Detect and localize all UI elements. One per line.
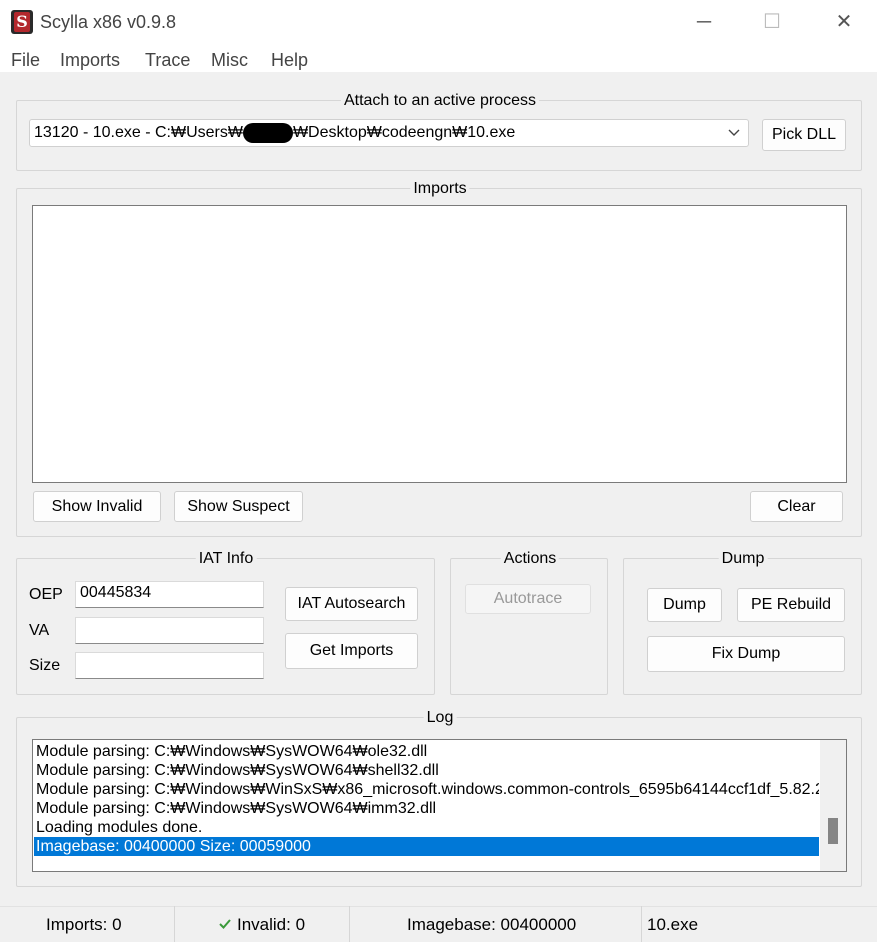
actions-group-title: Actions: [500, 550, 560, 568]
oep-field[interactable]: 00445834: [75, 581, 264, 608]
size-label: Size: [29, 657, 61, 674]
get-imports-button[interactable]: Get Imports: [285, 633, 418, 669]
menu-misc[interactable]: Misc: [211, 50, 248, 71]
status-divider: [174, 906, 175, 942]
menu-file[interactable]: File: [11, 50, 40, 71]
size-field[interactable]: [75, 652, 264, 679]
window-title: Scylla x86 v0.9.8: [40, 12, 177, 32]
imports-group-title: Imports: [410, 180, 470, 198]
show-invalid-button[interactable]: Show Invalid: [33, 491, 161, 522]
status-divider: [349, 906, 350, 942]
log-line: Loading modules done.: [36, 819, 203, 836]
process-select[interactable]: 13120 - 10.exe - C:₩Users₩ ₩Desktop₩codee…: [29, 119, 749, 147]
status-invalid: Invalid: 0: [237, 915, 306, 934]
show-suspect-button[interactable]: Show Suspect: [174, 491, 303, 522]
attach-group-title: Attach to an active process: [340, 92, 540, 110]
status-imagebase: Imagebase: 00400000: [407, 915, 577, 934]
dump-group-title: Dump: [718, 550, 768, 568]
check-icon: [218, 917, 232, 931]
pe-rebuild-button[interactable]: PE Rebuild: [737, 588, 845, 622]
status-module: 10.exe: [647, 915, 699, 934]
oep-label: OEP: [29, 586, 63, 603]
menu-imports[interactable]: Imports: [60, 50, 120, 71]
close-button[interactable]: ✕: [824, 8, 864, 36]
log-line-selected: Imagebase: 00400000 Size: 00059000: [34, 837, 819, 856]
fix-dump-button[interactable]: Fix Dump: [647, 636, 845, 672]
log-list[interactable]: Module parsing: C:₩Windows₩SysWOW64₩ole3…: [32, 739, 847, 872]
actions-group: [450, 558, 608, 695]
dump-button[interactable]: Dump: [647, 588, 722, 622]
iat-autosearch-button[interactable]: IAT Autosearch: [285, 587, 418, 621]
iat-info-group-title: IAT Info: [195, 550, 257, 568]
menu-bar: [0, 44, 877, 72]
process-path-suffix: ₩Desktop₩codeengn₩10.exe: [292, 124, 516, 142]
dump-group: [623, 558, 862, 695]
imports-tree[interactable]: [32, 205, 847, 483]
menu-trace[interactable]: Trace: [145, 50, 190, 71]
redacted-username: [242, 123, 293, 143]
maximize-button[interactable]: ☐: [752, 8, 792, 36]
minimize-button[interactable]: ─: [684, 8, 724, 36]
chevron-down-icon[interactable]: [726, 124, 742, 142]
clear-button[interactable]: Clear: [750, 491, 843, 522]
pick-dll-button[interactable]: Pick DLL: [762, 119, 846, 151]
log-line: Module parsing: C:₩Windows₩SysWOW64₩ole3…: [36, 743, 428, 760]
log-group-title: Log: [423, 709, 457, 727]
log-scrollbar[interactable]: [820, 740, 846, 871]
autotrace-button[interactable]: Autotrace: [465, 584, 591, 614]
va-field[interactable]: [75, 617, 264, 644]
va-label: VA: [29, 622, 50, 639]
menu-help[interactable]: Help: [271, 50, 308, 71]
process-path-prefix: 13120 - 10.exe - C:₩Users₩: [34, 124, 243, 142]
log-scrollbar-thumb[interactable]: [828, 818, 838, 844]
log-line: Module parsing: C:₩Windows₩WinSxS₩x86_mi…: [36, 781, 819, 798]
log-line: Module parsing: C:₩Windows₩SysWOW64₩shel…: [36, 762, 439, 779]
log-line: Module parsing: C:₩Windows₩SysWOW64₩imm3…: [36, 800, 437, 817]
status-divider: [641, 906, 642, 942]
status-imports: Imports: 0: [46, 915, 122, 934]
scylla-app-icon: S: [11, 10, 33, 34]
